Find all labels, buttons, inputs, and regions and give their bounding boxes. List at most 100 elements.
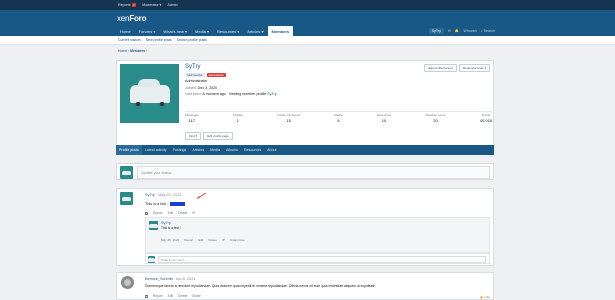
avatar[interactable] [121, 276, 134, 289]
joined-info: Joined: Dec 3, 2020 [185, 86, 217, 90]
admin-link[interactable]: Admin [167, 3, 177, 7]
edit-link[interactable]: Edit [168, 294, 174, 298]
admin-banner: Administrator [206, 73, 226, 77]
post-body: Doloremque facere a nesciunt repudiandae… [145, 284, 377, 288]
nav-tab-forums[interactable]: Forums ▾ [135, 26, 160, 36]
breadcrumb-members[interactable]: Members [130, 49, 145, 53]
status-update-box: Update your status... [116, 163, 494, 180]
profile-header: SyTry Staff member Administrator Adminis… [116, 60, 494, 150]
avatar[interactable] [120, 192, 133, 205]
breadcrumb: Home › Members › [118, 49, 148, 53]
avatar[interactable] [148, 256, 155, 263]
post-link[interactable]: link [170, 202, 185, 206]
tab-media[interactable]: Media [207, 145, 223, 155]
avatar[interactable] [149, 221, 158, 230]
post-actions: Report Edit Delete IP [145, 211, 195, 215]
tab-about[interactable]: About [264, 145, 279, 155]
status-input[interactable]: Update your status... [137, 166, 490, 179]
comment-body: This is a test ! [161, 226, 181, 230]
nav-tab-members[interactable]: Members [267, 26, 294, 36]
like-button[interactable]: 👍 Like [480, 295, 490, 299]
tab-articles[interactable]: Articles [189, 145, 207, 155]
user-menu[interactable]: SyTry [428, 28, 444, 34]
comment-input-row: Write a comment... [145, 253, 490, 264]
last-seen-link[interactable]: SyTry [267, 92, 276, 96]
tab-latest-activity[interactable]: Latest activity [142, 145, 170, 155]
delete-link[interactable]: Delete [178, 294, 187, 298]
author-link[interactable]: Bernice_Schmitt [145, 277, 173, 281]
tab-profile-posts[interactable]: Profile posts [116, 145, 142, 155]
bell-icon[interactable]: 🔔 [455, 29, 459, 33]
post-body: This is a link : link [145, 202, 185, 206]
comment-input[interactable]: Write a comment... [158, 256, 486, 263]
inbox-icon[interactable]: ✉ [448, 29, 451, 33]
staff-banner: Staff member [185, 73, 205, 77]
red-arrow-icon [196, 193, 206, 199]
sub-nav: Current visitors New profile posts Searc… [0, 36, 615, 45]
main-nav: Home Forums ▾ What's new ▾ Media ▾ Resou… [0, 26, 615, 36]
search-icon: ⌕ [480, 29, 483, 33]
post-actions: Report Edit Delete Share [145, 294, 201, 298]
reports-count-badge: 1 [131, 3, 137, 7]
edit-link[interactable]: Edit [198, 238, 203, 242]
breadcrumb-home[interactable]: Home [118, 49, 127, 53]
stat-points[interactable]: Points 40,018 [480, 113, 492, 123]
nav-tab-home[interactable]: Home [116, 26, 135, 36]
nav-tab-media[interactable]: Media ▾ [191, 26, 213, 36]
subnav-new-profile-posts[interactable]: New profile posts [146, 38, 172, 42]
delete-link[interactable]: Delete [178, 211, 187, 215]
ip-link[interactable]: IP [222, 238, 225, 242]
search-button[interactable]: ⌕ Search [481, 29, 495, 33]
moderator-tools-button[interactable]: Moderator tools ▾ [458, 64, 490, 72]
unapprove-link[interactable]: Unapprove [230, 238, 245, 242]
profile-stats: Messages 117 Articles 1 Article comments 15… [185, 111, 492, 123]
find-button[interactable]: Find ▾ [185, 132, 202, 140]
tab-albums[interactable]: Albums [223, 145, 241, 155]
edit-profile-button[interactable]: Edit profile page [203, 132, 233, 140]
comment-author[interactable]: SyTry [161, 221, 171, 225]
report-link[interactable]: Report [153, 294, 163, 298]
stat-reaction-score[interactable]: Reaction score 20 [425, 113, 445, 123]
profile-post: SyTry · May 25, 2022 This is a link : lin… [116, 188, 494, 266]
site-logo[interactable]: xenForo [117, 14, 146, 23]
stat-articles[interactable]: Articles 1 [233, 113, 243, 123]
nav-tab-whats-new[interactable]: What's new ▾ [159, 26, 191, 36]
post-date[interactable]: · May 25, 2022 [156, 193, 181, 197]
avatar[interactable] [120, 64, 179, 123]
stat-messages[interactable]: Messages 117 [185, 113, 199, 123]
tab-postings[interactable]: Postings [170, 145, 190, 155]
comment-actions: May 25, 2022 Report Edit Delete IP Unapp… [161, 238, 245, 242]
profile-name: SyTry [185, 64, 201, 70]
ip-link[interactable]: IP [192, 211, 195, 215]
last-seen-info: Last seen: A moment ago · Viewing member… [185, 92, 277, 96]
avatar[interactable] [120, 166, 133, 179]
chevron-down-icon: ▾ [159, 3, 162, 7]
stat-article-comments[interactable]: Article comments 15 [277, 113, 300, 123]
moderator-menu[interactable]: Moderator ▾ [142, 3, 161, 7]
nav-tab-articles[interactable]: Articles ▾ [243, 26, 267, 36]
whoosh-button[interactable]: Whoosh [463, 29, 476, 33]
stat-media[interactable]: Media 6 [334, 113, 342, 123]
edit-banner-button[interactable]: Edit profile banner [424, 64, 457, 72]
subnav-current-visitors[interactable]: Current visitors [118, 38, 141, 42]
stat-resources[interactable]: Resources 10 [377, 113, 391, 123]
post-author: SyTry · May 25, 2022 [145, 193, 181, 197]
edit-link[interactable]: Edit [168, 211, 174, 215]
tab-resources[interactable]: Resources [241, 145, 264, 155]
author-link[interactable]: SyTry [145, 193, 155, 197]
select-checkbox[interactable] [145, 294, 148, 298]
profile-post: Bernice_Schmitt · Apr 6, 2021 Doloremque… [116, 272, 494, 300]
comment-date[interactable]: May 25, 2022 [161, 238, 179, 242]
subnav-search-profile-posts[interactable]: Search profile posts [177, 38, 207, 42]
report-link[interactable]: Report [184, 238, 193, 242]
nav-tab-resources[interactable]: Resources ▾ [213, 26, 243, 36]
comment: SyTry This is a test ! May 25, 2022 Repo… [145, 217, 490, 253]
report-link[interactable]: Report [153, 211, 163, 215]
profile-tabs: Profile posts Latest activity Postings A… [116, 145, 494, 155]
delete-link[interactable]: Delete [208, 238, 217, 242]
post-date[interactable]: · Apr 6, 2021 [174, 277, 196, 281]
select-checkbox[interactable] [145, 211, 148, 215]
site-header: xenForo [0, 10, 615, 26]
reports-link[interactable]: Reports 1 [118, 3, 137, 7]
share-link[interactable]: Share [192, 294, 201, 298]
